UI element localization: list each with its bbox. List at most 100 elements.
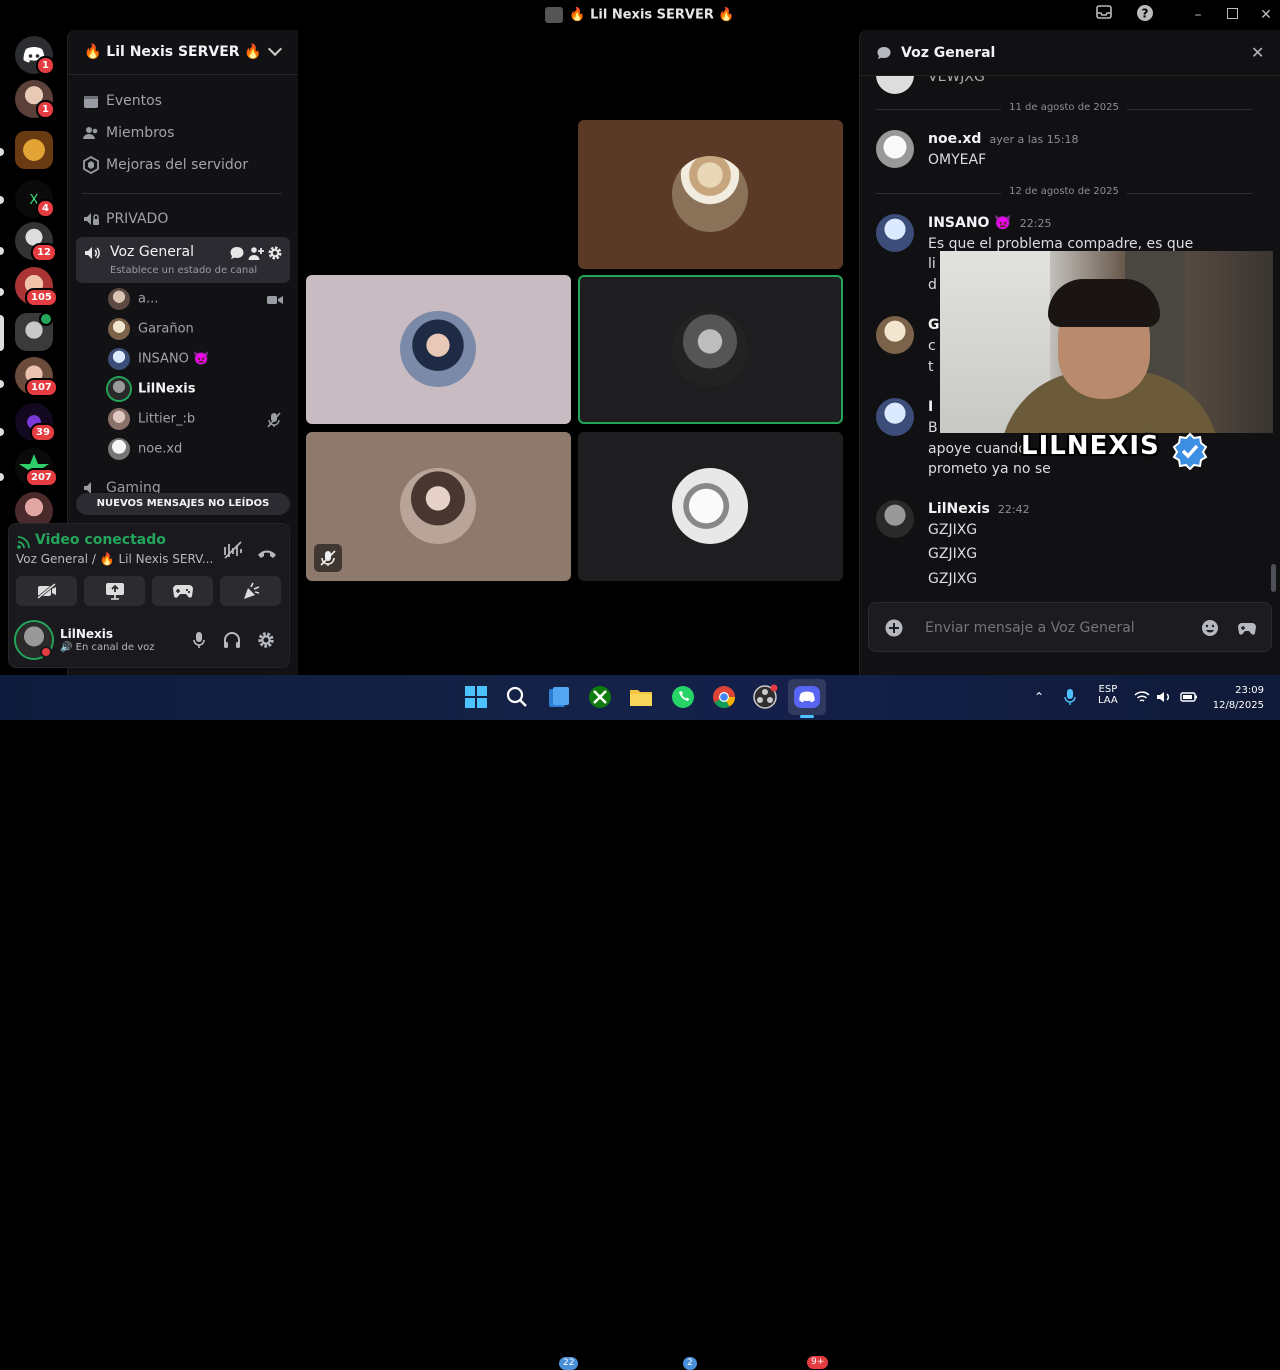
boost-icon: [82, 155, 100, 175]
add-attachment-icon[interactable]: [885, 619, 903, 641]
participant-tile-insano[interactable]: [306, 275, 571, 424]
avatar: [108, 408, 130, 430]
avatar[interactable]: [876, 398, 914, 436]
channel-status-text[interactable]: Establece un estado de canal: [110, 265, 257, 276]
soundboard-button[interactable]: [220, 576, 281, 606]
chat-scrollbar[interactable]: [1271, 564, 1276, 592]
microphone-icon[interactable]: [192, 631, 206, 653]
notification-badge: 1: [36, 56, 55, 75]
voice-member[interactable]: Garañon: [108, 318, 194, 342]
signal-icon[interactable]: [17, 534, 31, 553]
battery-icon[interactable]: [1180, 689, 1198, 708]
unread-messages-banner[interactable]: NUEVOS MENSAJES NO LEÍDOS: [76, 493, 290, 515]
video-status-icon: [39, 312, 53, 326]
keyboard-language[interactable]: ESP LAA: [1098, 684, 1118, 706]
unread-pill: [0, 288, 4, 296]
unread-pill: [0, 196, 4, 204]
emoji-icon[interactable]: [1201, 619, 1219, 641]
search-icon[interactable]: [503, 683, 531, 711]
category-privado[interactable]: PRIVADO: [82, 210, 168, 232]
message-text: t: [928, 359, 934, 375]
person-hair: [1048, 279, 1160, 327]
chat-bubble-icon[interactable]: [229, 245, 245, 265]
participant-avatar: [672, 468, 748, 544]
notification-badge: 207: [25, 468, 58, 487]
mic-tray-icon[interactable]: [1064, 688, 1076, 710]
notification-badge: 1: [36, 100, 55, 119]
message-text: GZJIXG: [928, 571, 978, 587]
noise-suppression-icon[interactable]: [223, 541, 243, 563]
chat-bubble-icon: [876, 45, 892, 65]
windows-start-icon[interactable]: [462, 683, 490, 711]
avatar[interactable]: [876, 214, 914, 252]
message-input[interactable]: [925, 617, 1185, 639]
close-window-button[interactable]: ✕: [1254, 4, 1278, 26]
activities-button[interactable]: [152, 576, 213, 606]
participant-tile-noe[interactable]: [578, 432, 843, 581]
participant-avatar: [672, 311, 748, 387]
notification-badge: 105: [25, 288, 58, 307]
participant-tile-lilnexis-speaking[interactable]: [578, 275, 843, 424]
participant-tile-littier[interactable]: [306, 432, 571, 581]
nav-events[interactable]: Eventos: [82, 92, 162, 114]
avatar[interactable]: [876, 130, 914, 168]
avatar[interactable]: [876, 316, 914, 354]
speaker-icon: [83, 244, 101, 266]
user-settings-icon[interactable]: [257, 631, 275, 653]
voice-member[interactable]: Littier_:b: [108, 408, 195, 432]
nav-members[interactable]: Miembros: [82, 124, 174, 146]
chevron-down-icon[interactable]: [267, 41, 283, 57]
server-icon-1[interactable]: [15, 131, 53, 169]
server-name: 🔥 Lil Nexis SERVER 🔥: [84, 44, 262, 60]
xbox-icon[interactable]: [586, 683, 614, 711]
title-bar: 🔥 Lil Nexis SERVER 🔥 ? – ✕: [0, 0, 1280, 30]
invite-icon[interactable]: [248, 245, 264, 265]
calendar-icon: [82, 92, 100, 110]
message-text: li: [928, 256, 936, 272]
file-explorer-icon[interactable]: [627, 683, 655, 711]
selected-pill: [0, 315, 4, 351]
notification-badge: 12: [31, 243, 57, 262]
camera-toggle-button[interactable]: [16, 576, 77, 606]
message-author[interactable]: noe.xd ayer a las 15:18: [928, 131, 1078, 147]
tray-overflow-icon[interactable]: ⌃: [1034, 690, 1044, 704]
avatar[interactable]: [876, 500, 914, 538]
disconnect-icon[interactable]: [257, 544, 277, 563]
apps-gamepad-icon[interactable]: [1237, 621, 1257, 640]
voice-member-self[interactable]: LilNexis: [108, 378, 195, 402]
voice-member[interactable]: a...: [108, 288, 158, 312]
message-author[interactable]: I: [928, 399, 933, 415]
nav-boosts[interactable]: Mejoras del servidor: [82, 155, 248, 178]
server-header[interactable]: 🔥 Lil Nexis SERVER 🔥: [68, 30, 298, 75]
chrome-icon[interactable]: [710, 683, 738, 711]
close-chat-button[interactable]: ✕: [1251, 43, 1264, 62]
wifi-icon[interactable]: [1134, 689, 1150, 708]
message-text: OMYEAF: [928, 152, 987, 168]
screen-share-button[interactable]: [84, 576, 145, 606]
whatsapp-icon[interactable]: [669, 683, 697, 711]
gear-icon[interactable]: [267, 245, 283, 265]
inbox-icon[interactable]: [1092, 4, 1116, 26]
voice-member[interactable]: noe.xd: [108, 438, 182, 462]
obs-icon[interactable]: [751, 683, 779, 711]
voice-status[interactable]: Video conectado: [35, 532, 166, 548]
message-author[interactable]: G: [928, 317, 940, 333]
message-text: GZJIXG: [928, 546, 978, 562]
message-text: prometo ya no se: [928, 461, 1051, 477]
message-author[interactable]: INSANO 👿 22:25: [928, 215, 1051, 231]
discord-taskbar-icon[interactable]: [793, 683, 821, 711]
message-author[interactable]: LilNexis 22:42: [928, 501, 1030, 517]
clock[interactable]: 23:09 12/8/2025: [1208, 683, 1264, 713]
voice-location[interactable]: Voz General / 🔥 Lil Nexis SERV...: [16, 552, 213, 566]
voice-member[interactable]: INSANO 👿: [108, 348, 209, 372]
voice-channel-voz-general[interactable]: Voz General Establece un estado de canal: [76, 237, 290, 283]
notes-app-icon[interactable]: [545, 683, 573, 711]
date-divider: 12 de agosto de 2025: [876, 186, 1252, 200]
help-icon[interactable]: ?: [1133, 4, 1157, 26]
chat-title: Voz General: [901, 45, 996, 61]
volume-icon[interactable]: [1156, 689, 1172, 708]
maximize-button[interactable]: [1220, 4, 1244, 26]
headphones-icon[interactable]: [223, 631, 241, 653]
participant-tile-garanon[interactable]: [578, 120, 843, 269]
minimize-button[interactable]: –: [1186, 4, 1210, 26]
